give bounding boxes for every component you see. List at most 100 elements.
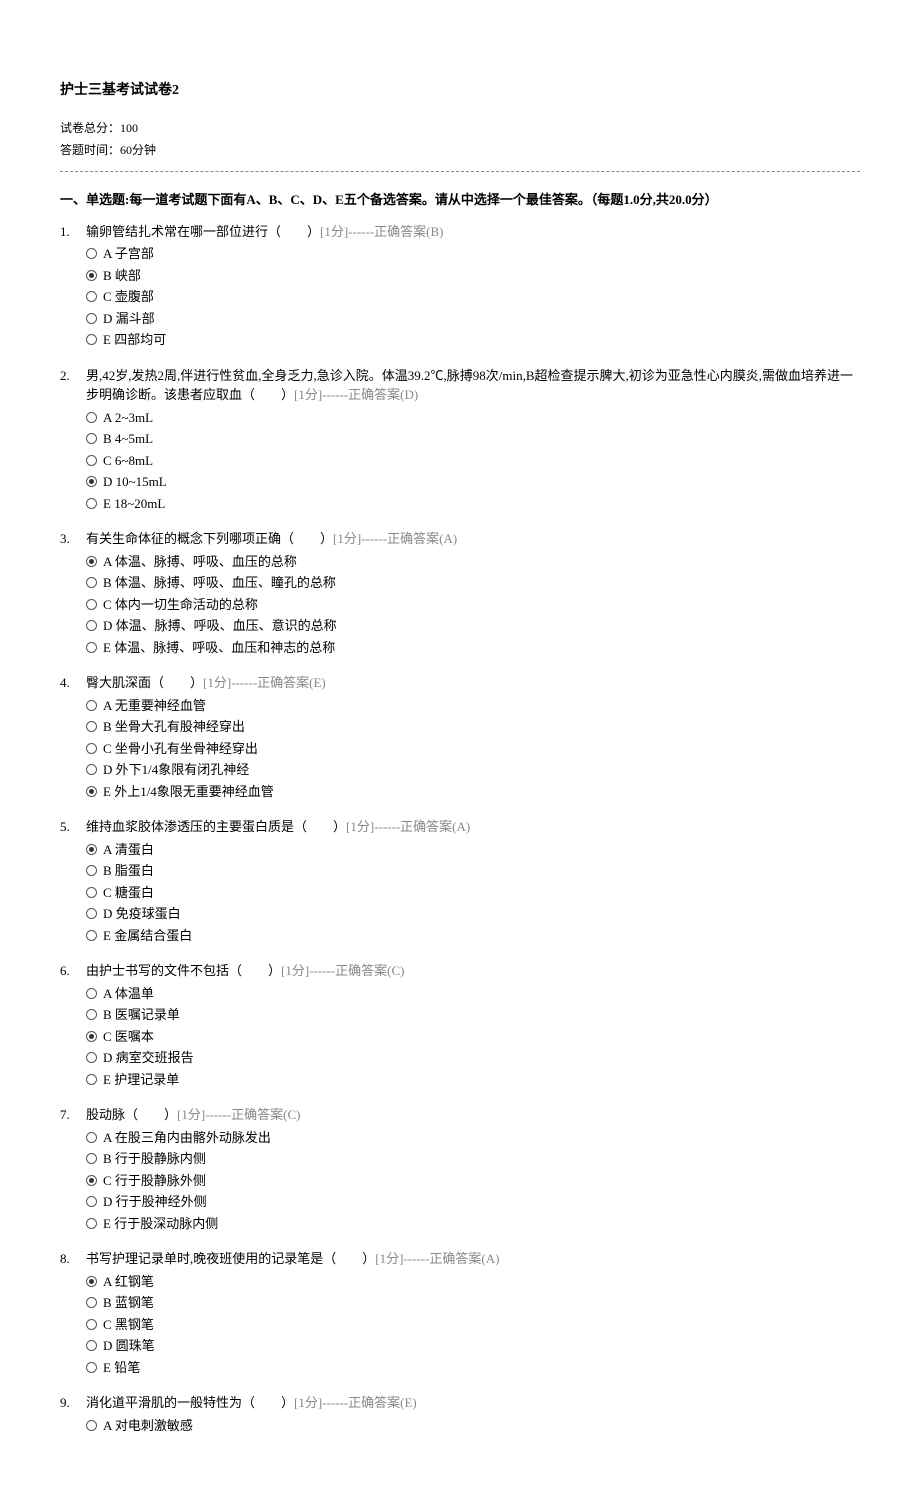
option[interactable]: E 铅笔 xyxy=(86,1358,860,1378)
option[interactable]: B 行于股静脉内侧 xyxy=(86,1149,860,1169)
correct-answer-label: ------正确答案(C) xyxy=(309,963,404,978)
option-label: B 行于股静脉内侧 xyxy=(103,1149,206,1169)
option[interactable]: D 10~15mL xyxy=(86,472,860,492)
radio-icon[interactable] xyxy=(86,556,97,567)
option-label: B 峡部 xyxy=(103,266,141,286)
radio-icon[interactable] xyxy=(86,599,97,610)
radio-icon[interactable] xyxy=(86,786,97,797)
question-stem: 由护士书写的文件不包括（ ） xyxy=(86,963,281,978)
option[interactable]: A 2~3mL xyxy=(86,408,860,428)
radio-icon[interactable] xyxy=(86,764,97,775)
option[interactable]: D 圆珠笔 xyxy=(86,1336,860,1356)
option[interactable]: D 病室交班报告 xyxy=(86,1048,860,1068)
radio-icon[interactable] xyxy=(86,248,97,259)
radio-icon[interactable] xyxy=(86,642,97,653)
radio-icon[interactable] xyxy=(86,1297,97,1308)
option[interactable]: E 外上1/4象限无重要神经血管 xyxy=(86,782,860,802)
option[interactable]: B 脂蛋白 xyxy=(86,861,860,881)
option[interactable]: B 4~5mL xyxy=(86,429,860,449)
radio-icon[interactable] xyxy=(86,1052,97,1063)
points-label: [1分] xyxy=(294,1395,322,1410)
radio-icon[interactable] xyxy=(86,620,97,631)
radio-icon[interactable] xyxy=(86,291,97,302)
question-number: 6. xyxy=(60,961,86,1091)
radio-icon[interactable] xyxy=(86,1153,97,1164)
radio-icon[interactable] xyxy=(86,1362,97,1373)
option-label: E 四部均可 xyxy=(103,330,166,350)
option[interactable]: C 壶腹部 xyxy=(86,287,860,307)
radio-icon[interactable] xyxy=(86,476,97,487)
radio-icon[interactable] xyxy=(86,313,97,324)
radio-icon[interactable] xyxy=(86,1420,97,1431)
option[interactable]: A 无重要神经血管 xyxy=(86,696,860,716)
option[interactable]: B 体温、脉搏、呼吸、血压、瞳孔的总称 xyxy=(86,573,860,593)
option-label: B 脂蛋白 xyxy=(103,861,154,881)
option[interactable]: D 行于股神经外侧 xyxy=(86,1192,860,1212)
option[interactable]: E 18~20mL xyxy=(86,494,860,514)
question: 8.书写护理记录单时,晚夜班使用的记录笔是（ ）[1分]------正确答案(A… xyxy=(60,1249,860,1379)
section-title: 一、单选题:每一道考试题下面有A、B、C、D、E五个备选答案。请从中选择一个最佳… xyxy=(60,190,860,210)
radio-icon[interactable] xyxy=(86,721,97,732)
radio-icon[interactable] xyxy=(86,700,97,711)
option[interactable]: B 医嘱记录单 xyxy=(86,1005,860,1025)
radio-icon[interactable] xyxy=(86,455,97,466)
question-number: 8. xyxy=(60,1249,86,1379)
radio-icon[interactable] xyxy=(86,1074,97,1085)
option[interactable]: D 免疫球蛋白 xyxy=(86,904,860,924)
option[interactable]: D 外下1/4象限有闭孔神经 xyxy=(86,760,860,780)
question: 7.股动脉（ ）[1分]------正确答案(C)A 在股三角内由髂外动脉发出B… xyxy=(60,1105,860,1235)
radio-icon[interactable] xyxy=(86,433,97,444)
radio-icon[interactable] xyxy=(86,1196,97,1207)
option[interactable]: C 糖蛋白 xyxy=(86,883,860,903)
question-number: 5. xyxy=(60,817,86,947)
option[interactable]: E 护理记录单 xyxy=(86,1070,860,1090)
radio-icon[interactable] xyxy=(86,1009,97,1020)
radio-icon[interactable] xyxy=(86,334,97,345)
time-limit: 答题时间：60分钟 xyxy=(60,141,860,159)
question: 2.男,42岁,发热2周,伴进行性贫血,全身乏力,急诊入院。体温39.2℃,脉搏… xyxy=(60,366,860,516)
radio-icon[interactable] xyxy=(86,743,97,754)
option[interactable]: C 黑钢笔 xyxy=(86,1315,860,1335)
option[interactable]: A 子宫部 xyxy=(86,244,860,264)
option[interactable]: C 6~8mL xyxy=(86,451,860,471)
radio-icon[interactable] xyxy=(86,412,97,423)
radio-icon[interactable] xyxy=(86,498,97,509)
option[interactable]: C 体内一切生命活动的总称 xyxy=(86,595,860,615)
radio-icon[interactable] xyxy=(86,1319,97,1330)
option[interactable]: E 金属结合蛋白 xyxy=(86,926,860,946)
radio-icon[interactable] xyxy=(86,887,97,898)
option[interactable]: D 体温、脉搏、呼吸、血压、意识的总称 xyxy=(86,616,860,636)
option[interactable]: A 对电刺激敏感 xyxy=(86,1416,860,1436)
radio-icon[interactable] xyxy=(86,1132,97,1143)
option[interactable]: A 在股三角内由髂外动脉发出 xyxy=(86,1128,860,1148)
option-label: B 体温、脉搏、呼吸、血压、瞳孔的总称 xyxy=(103,573,336,593)
radio-icon[interactable] xyxy=(86,1276,97,1287)
radio-icon[interactable] xyxy=(86,270,97,281)
option[interactable]: C 坐骨小孔有坐骨神经穿出 xyxy=(86,739,860,759)
radio-icon[interactable] xyxy=(86,1031,97,1042)
radio-icon[interactable] xyxy=(86,1218,97,1229)
option[interactable]: A 红钢笔 xyxy=(86,1272,860,1292)
radio-icon[interactable] xyxy=(86,577,97,588)
option[interactable]: B 坐骨大孔有股神经穿出 xyxy=(86,717,860,737)
option[interactable]: B 峡部 xyxy=(86,266,860,286)
option[interactable]: A 体温单 xyxy=(86,984,860,1004)
option[interactable]: A 体温、脉搏、呼吸、血压的总称 xyxy=(86,552,860,572)
option[interactable]: A 清蛋白 xyxy=(86,840,860,860)
radio-icon[interactable] xyxy=(86,865,97,876)
option[interactable]: C 行于股静脉外侧 xyxy=(86,1171,860,1191)
radio-icon[interactable] xyxy=(86,930,97,941)
question-stem: 消化道平滑肌的一般特性为（ ） xyxy=(86,1395,294,1410)
radio-icon[interactable] xyxy=(86,908,97,919)
option[interactable]: C 医嘱本 xyxy=(86,1027,860,1047)
radio-icon[interactable] xyxy=(86,988,97,999)
option[interactable]: B 蓝钢笔 xyxy=(86,1293,860,1313)
option[interactable]: E 行于股深动脉内侧 xyxy=(86,1214,860,1234)
option[interactable]: D 漏斗部 xyxy=(86,309,860,329)
radio-icon[interactable] xyxy=(86,844,97,855)
option[interactable]: E 四部均可 xyxy=(86,330,860,350)
option[interactable]: E 体温、脉搏、呼吸、血压和神志的总称 xyxy=(86,638,860,658)
radio-icon[interactable] xyxy=(86,1340,97,1351)
question-text: 书写护理记录单时,晚夜班使用的记录笔是（ ）[1分]------正确答案(A) xyxy=(86,1249,860,1269)
radio-icon[interactable] xyxy=(86,1175,97,1186)
